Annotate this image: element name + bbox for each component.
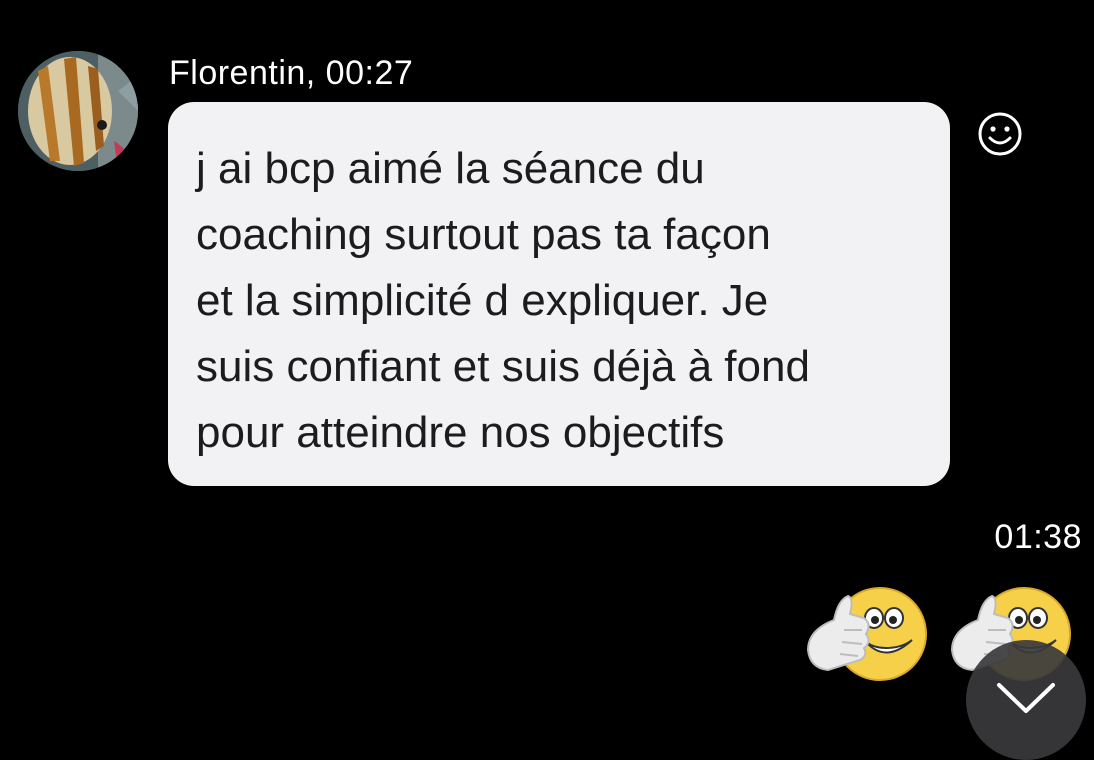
message-line: coaching surtout pas ta façon (196, 210, 771, 259)
message-line: pour atteindre nos objectifs (196, 408, 725, 457)
smiley-reaction-icon[interactable] (977, 111, 1023, 157)
avatar[interactable] (18, 51, 138, 171)
sender-name-time: Florentin, 00:27 (169, 54, 414, 92)
fish-avatar-icon (18, 51, 138, 171)
reply-timestamp: 01:38 (994, 518, 1082, 556)
message-text: j ai bcp aimé la séance du coaching surt… (196, 136, 926, 466)
message-line: suis confiant et suis déjà à fond (196, 342, 810, 391)
thumbs-up-smiley-sticker-icon[interactable] (804, 584, 928, 688)
chevron-down-icon (997, 683, 1055, 713)
clipped-text-fragment (600, 0, 640, 6)
message-line: et la simplicité d expliquer. Je (196, 276, 769, 325)
message-bubble[interactable]: j ai bcp aimé la séance du coaching surt… (168, 102, 950, 486)
message-line: j ai bcp aimé la séance du (196, 144, 705, 193)
scroll-to-bottom-button[interactable] (966, 640, 1086, 760)
